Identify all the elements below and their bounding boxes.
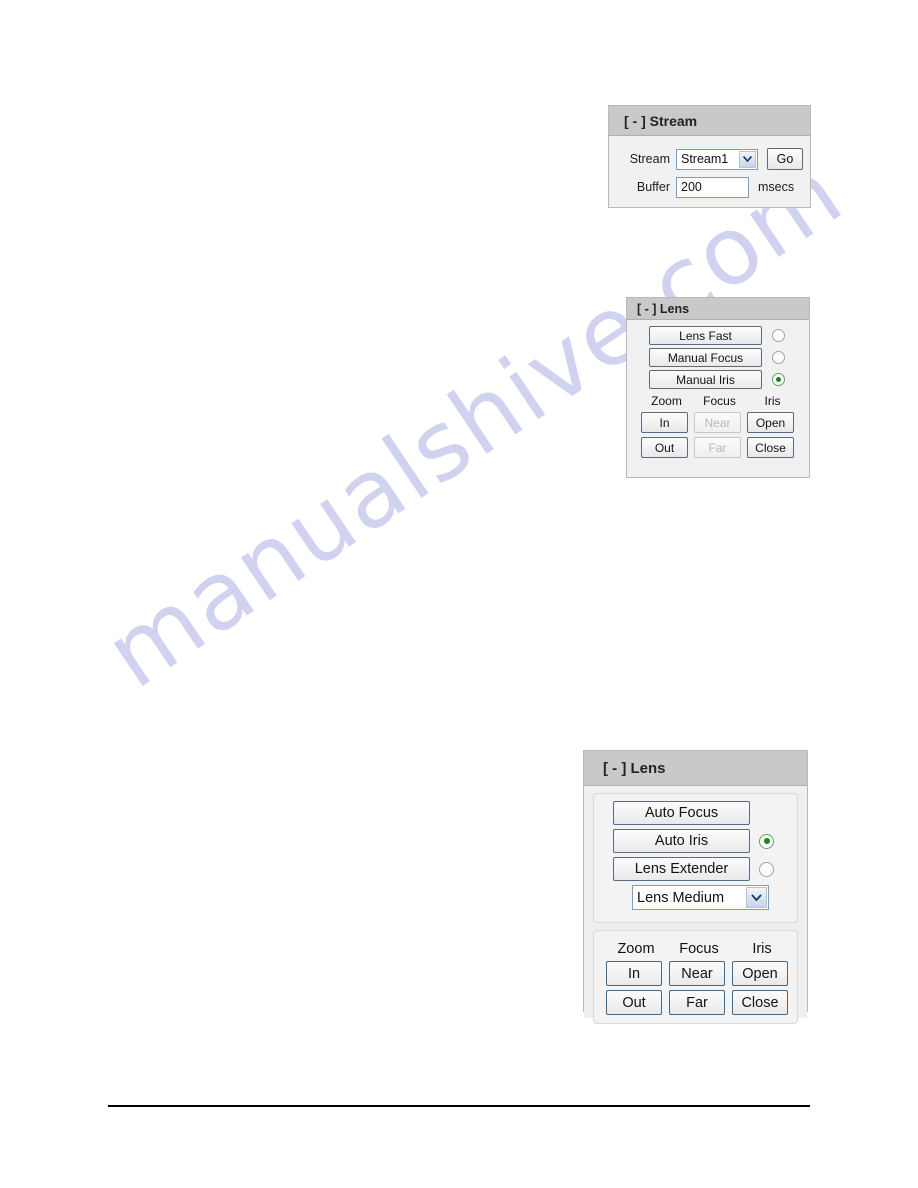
focus-far-button[interactable]: Far (669, 990, 725, 1015)
lens-auto-controls-group: Zoom Focus Iris In Near Open Out Far Clo… (593, 930, 798, 1024)
stream-label: Stream (629, 152, 670, 166)
lens-auto-controls-row-2: Out Far Close (594, 990, 797, 1015)
zoom-column-label: Zoom (617, 941, 655, 957)
chevron-down-icon (739, 150, 756, 168)
lens-mode-row: Auto Focus (594, 801, 797, 825)
stream-panel: [ - ] Stream Stream Stream1 Go Buffer 20… (608, 105, 811, 208)
manual-focus-radio[interactable] (772, 351, 785, 364)
focus-far-button: Far (694, 437, 741, 458)
page-footer-rule (108, 1105, 810, 1107)
lens-manual-controls-row-2: Out Far Close (627, 437, 809, 458)
lens-manual-controls-row-1: In Near Open (627, 412, 809, 433)
zoom-out-button[interactable]: Out (641, 437, 688, 458)
lens-auto-controls-row-1: In Near Open (594, 961, 797, 986)
stream-select-value: Stream1 (681, 152, 729, 166)
zoom-out-button[interactable]: Out (606, 990, 662, 1015)
lens-manual-panel-body: Lens Fast Manual Focus Manual Iris Zoom … (627, 320, 809, 477)
lens-speed-select-value: Lens Medium (637, 889, 725, 906)
auto-focus-button[interactable]: Auto Focus (613, 801, 750, 825)
stream-select[interactable]: Stream1 (676, 148, 758, 170)
focus-near-button[interactable]: Near (669, 961, 725, 986)
stream-panel-body: Stream Stream1 Go Buffer 200 msecs (609, 136, 810, 207)
stream-buffer-row: Buffer 200 msecs (609, 173, 810, 201)
lens-auto-panel-title: [ - ] Lens (603, 759, 666, 777)
auto-iris-button[interactable]: Auto Iris (613, 829, 750, 853)
lens-manual-panel-header[interactable]: [ - ] Lens (627, 298, 809, 320)
manual-iris-button[interactable]: Manual Iris (649, 370, 762, 389)
iris-close-button[interactable]: Close (747, 437, 794, 458)
iris-column-label: Iris (752, 941, 772, 957)
iris-open-button[interactable]: Open (732, 961, 788, 986)
zoom-column-label: Zoom (651, 394, 682, 408)
lens-extender-radio[interactable] (759, 861, 774, 877)
lens-fast-button[interactable]: Lens Fast (649, 326, 762, 345)
zoom-in-button[interactable]: In (641, 412, 688, 433)
iris-open-button[interactable]: Open (747, 412, 794, 433)
lens-auto-mode-group: Auto Focus Auto Iris Lens Extender Lens … (593, 793, 798, 923)
stream-panel-title: [ - ] Stream (624, 112, 698, 129)
lens-speed-row: Lens Medium (594, 885, 797, 910)
lens-mode-row: Lens Fast (627, 326, 809, 345)
buffer-label: Buffer (636, 180, 670, 194)
lens-panel-manual: [ - ] Lens Lens Fast Manual Focus Manual… (626, 297, 810, 478)
focus-column-label: Focus (703, 394, 736, 408)
auto-iris-radio[interactable] (759, 833, 774, 849)
lens-auto-panel-header[interactable]: [ - ] Lens (584, 751, 807, 786)
manual-iris-radio[interactable] (772, 373, 785, 386)
manual-focus-button[interactable]: Manual Focus (649, 348, 762, 367)
lens-mode-row: Lens Extender (594, 857, 797, 881)
lens-extender-button[interactable]: Lens Extender (613, 857, 750, 881)
lens-fast-radio[interactable] (772, 329, 785, 342)
zoom-in-button[interactable]: In (606, 961, 662, 986)
lens-manual-panel-title: [ - ] Lens (637, 301, 690, 316)
lens-mode-row: Manual Focus (627, 348, 809, 367)
iris-column-label: Iris (764, 394, 781, 408)
lens-manual-column-headers: Zoom Focus Iris (627, 394, 809, 408)
lens-panel-auto: [ - ] Lens Auto Focus Auto Iris Lens Ext… (583, 750, 808, 1024)
stream-select-row: Stream Stream1 Go (609, 145, 810, 173)
lens-speed-select[interactable]: Lens Medium (632, 885, 769, 910)
stream-panel-header[interactable]: [ - ] Stream (609, 106, 810, 136)
iris-close-button[interactable]: Close (732, 990, 788, 1015)
chevron-down-icon (746, 887, 767, 908)
go-button[interactable]: Go (767, 148, 803, 170)
lens-auto-column-headers: Zoom Focus Iris (594, 941, 797, 957)
lens-mode-row: Manual Iris (627, 370, 809, 389)
focus-column-label: Focus (679, 941, 719, 957)
lens-mode-row: Auto Iris (594, 829, 797, 853)
lens-auto-panel-body: Auto Focus Auto Iris Lens Extender Lens … (584, 793, 807, 1024)
buffer-unit-label: msecs (758, 180, 795, 194)
buffer-input[interactable]: 200 (676, 176, 749, 198)
focus-near-button: Near (694, 412, 741, 433)
